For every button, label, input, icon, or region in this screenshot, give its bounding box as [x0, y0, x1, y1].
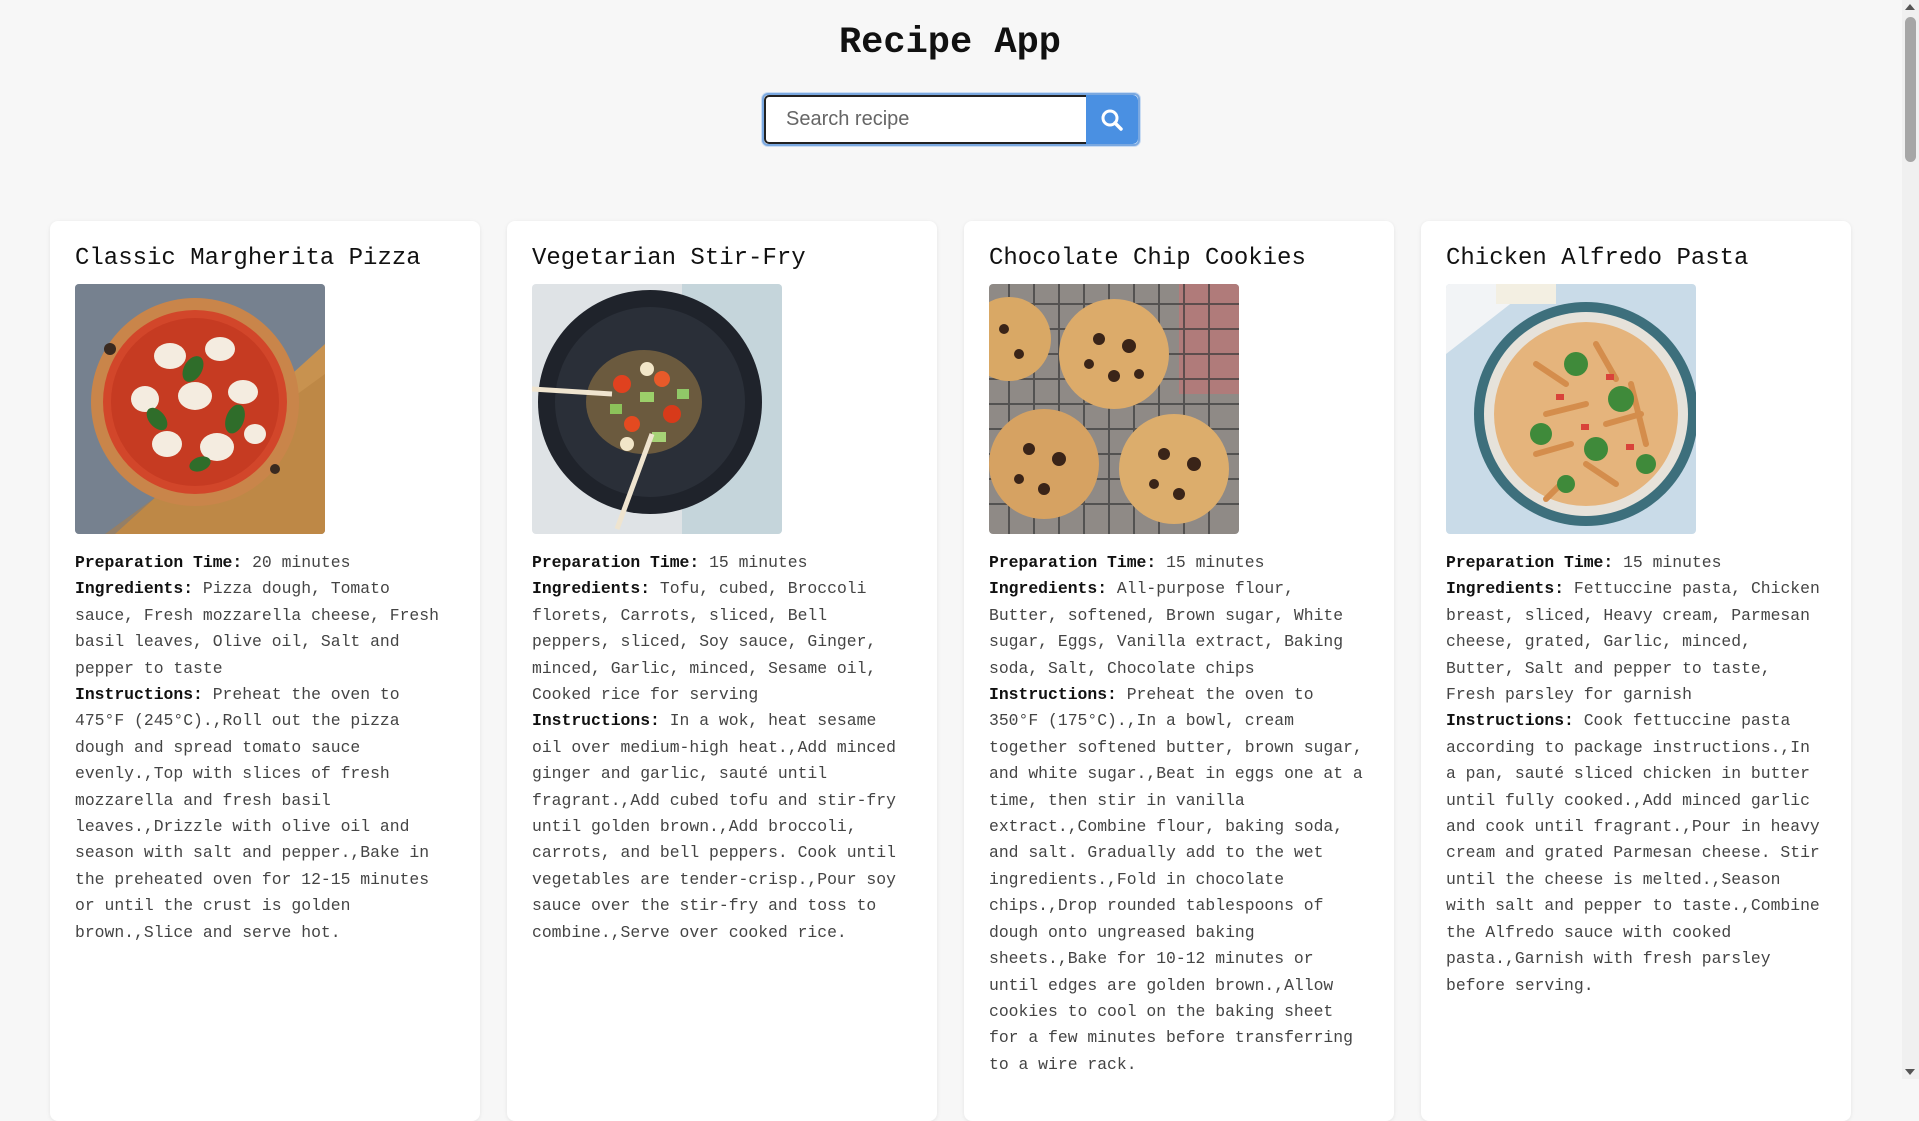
instructions-value: Cook fettuccine pasta according to packa…: [1446, 711, 1820, 995]
search-bar: [762, 93, 1140, 146]
recipe-card: Vegetarian Stir-Fry Preparation Time: 15…: [507, 221, 937, 1121]
recipe-details: Preparation Time: 15 minutes Ingredients…: [989, 550, 1370, 1078]
instructions-label: Instructions:: [532, 711, 660, 731]
ingredients-label: Ingredients:: [532, 579, 651, 599]
search-icon: [1101, 109, 1123, 131]
recipe-title: Chicken Alfredo Pasta: [1446, 245, 1749, 272]
instructions-label: Instructions:: [989, 685, 1117, 705]
prep-time-value: 15 minutes: [1166, 553, 1265, 572]
instructions-value: In a wok, heat sesame oil over medium-hi…: [532, 711, 896, 942]
instructions-label: Instructions:: [1446, 711, 1574, 731]
recipe-title: Chocolate Chip Cookies: [989, 245, 1306, 272]
recipe-image-cookies: [989, 284, 1239, 534]
ingredients-label: Ingredients:: [1446, 579, 1565, 599]
prep-time-value: 15 minutes: [709, 553, 808, 572]
recipe-card: Chicken Alfredo Pasta Preparation Time: …: [1421, 221, 1851, 1121]
instructions-label: Instructions:: [75, 685, 203, 705]
prep-time-label: Preparation Time:: [1446, 553, 1614, 572]
scroll-up-arrow-icon[interactable]: [1905, 4, 1915, 10]
recipe-card: Chocolate Chip Cookies Preparation Time:…: [964, 221, 1394, 1121]
recipe-image-stir-fry: [532, 284, 782, 534]
recipe-title: Vegetarian Stir-Fry: [532, 245, 806, 272]
ingredients-label: Ingredients:: [75, 579, 194, 599]
prep-time-value: 15 minutes: [1623, 553, 1722, 572]
search-input[interactable]: [764, 95, 1086, 144]
prep-time-label: Preparation Time:: [532, 553, 700, 572]
recipe-card: Classic Margherita Pizza Preparation Tim…: [50, 221, 480, 1121]
recipe-details: Preparation Time: 15 minutes Ingredients…: [1446, 550, 1827, 999]
instructions-value: Preheat the oven to 475°F (245°C).,Roll …: [75, 685, 430, 942]
search-button[interactable]: [1086, 95, 1138, 144]
instructions-value: Preheat the oven to 350°F (175°C).,In a …: [989, 685, 1363, 1074]
recipe-image-alfredo: [1446, 284, 1696, 534]
scroll-thumb[interactable]: [1905, 17, 1916, 162]
prep-time-value: 20 minutes: [252, 553, 351, 572]
page-scrollbar[interactable]: [1902, 0, 1919, 1079]
recipe-image-pizza: [75, 284, 325, 534]
prep-time-label: Preparation Time:: [75, 553, 243, 572]
page-title: Recipe App: [838, 22, 1062, 64]
recipe-details: Preparation Time: 15 minutes Ingredients…: [532, 550, 913, 946]
prep-time-label: Preparation Time:: [989, 553, 1157, 572]
ingredients-label: Ingredients:: [989, 579, 1108, 599]
recipe-title: Classic Margherita Pizza: [75, 245, 421, 272]
scroll-down-arrow-icon[interactable]: [1905, 1069, 1915, 1075]
recipe-details: Preparation Time: 20 minutes Ingredients…: [75, 550, 456, 946]
recipe-list: Classic Margherita Pizza Preparation Tim…: [50, 221, 1851, 1121]
